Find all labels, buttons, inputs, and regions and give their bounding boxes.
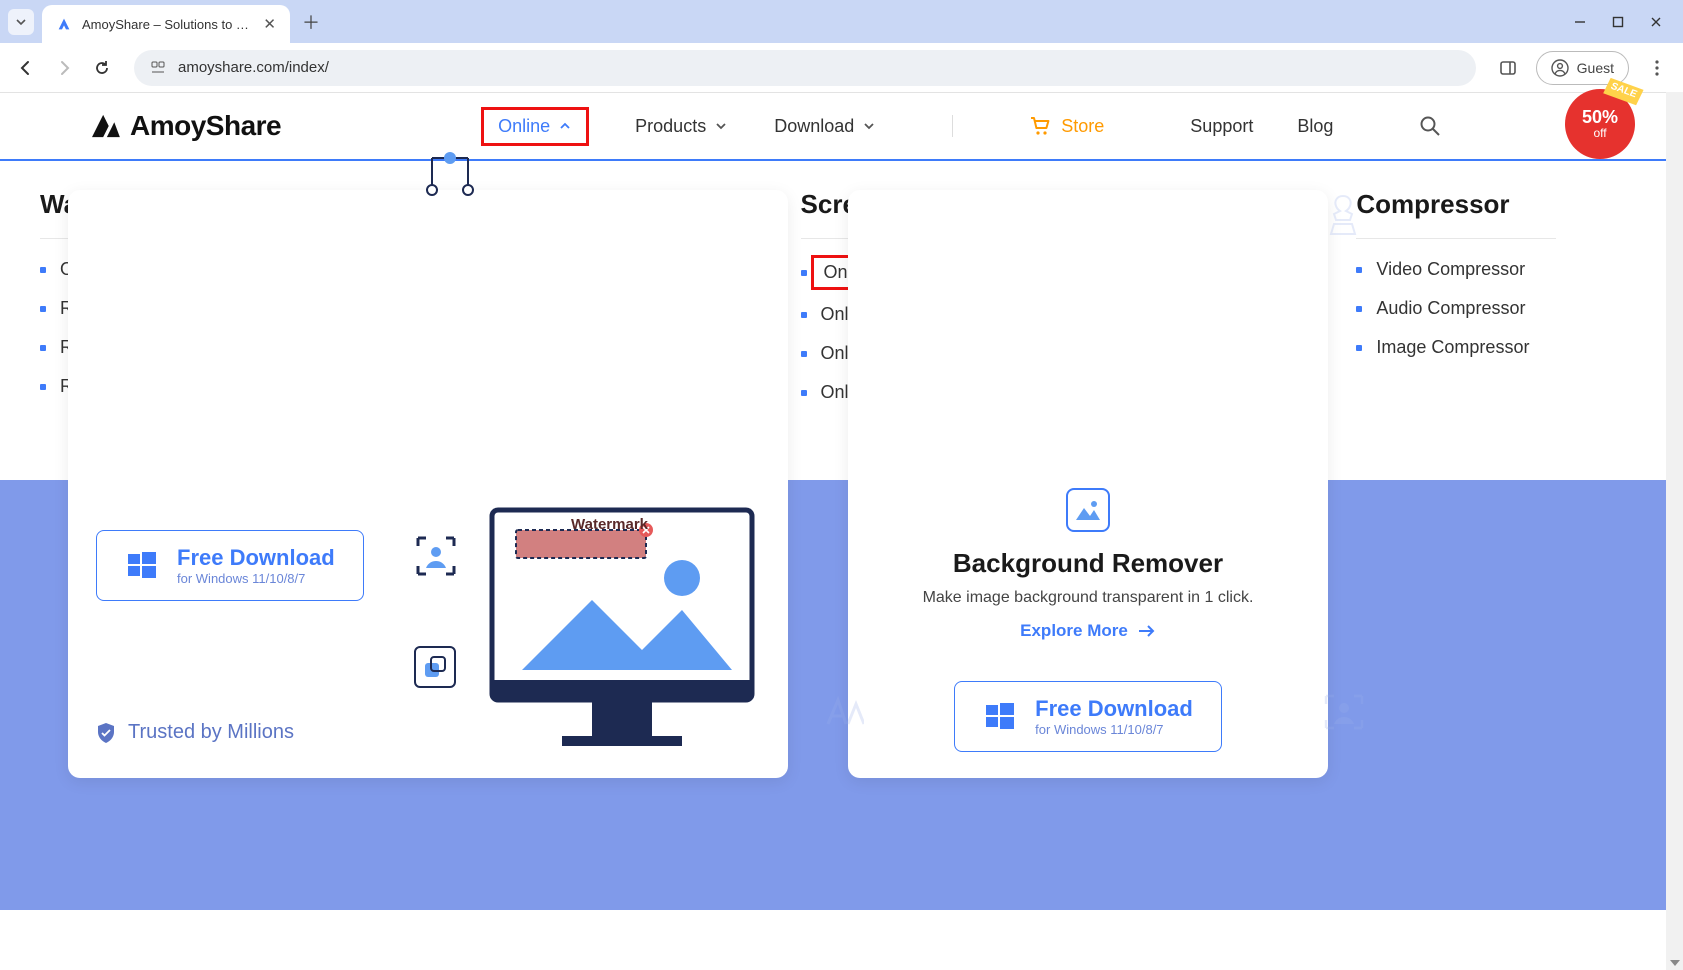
download-title: Free Download [1035, 696, 1193, 722]
bg-sub: Make image background transparent in 1 c… [876, 589, 1300, 607]
windows-icon [125, 549, 159, 583]
nav-online-label: Online [498, 116, 550, 137]
close-tab-icon[interactable]: ✕ [263, 15, 276, 33]
chess-deco-icon [1328, 194, 1358, 238]
nav-support-label: Support [1190, 116, 1253, 137]
trusted-text: Trusted by Millions [128, 721, 294, 744]
download-sub: for Windows 11/10/8/7 [177, 571, 335, 586]
browser-tab[interactable]: AmoyShare – Solutions to Edit. ✕ [42, 5, 290, 43]
person-icon [1551, 59, 1569, 77]
menu-item-label: Image Compressor [1376, 337, 1529, 358]
bg-title: Background Remover [876, 548, 1300, 579]
chevron-down-icon [714, 119, 728, 133]
cart-icon [1029, 116, 1051, 136]
site-info-icon[interactable] [148, 58, 168, 78]
person-frame-icon [414, 534, 458, 578]
bullet-icon [1356, 345, 1362, 351]
tab-search-button[interactable] [8, 9, 34, 35]
image-icon [1066, 488, 1110, 532]
sale-badge[interactable]: SALE 50% off [1565, 89, 1635, 159]
minimize-button[interactable] [1561, 3, 1599, 41]
maximize-button[interactable] [1599, 3, 1637, 41]
menu-item-label: Video Compressor [1376, 259, 1525, 280]
aa-deco-icon [824, 694, 864, 728]
search-icon[interactable] [1419, 115, 1441, 137]
nav-blog-label: Blog [1297, 116, 1333, 137]
chevron-down-icon [862, 119, 876, 133]
windows-icon [983, 700, 1017, 734]
site-header: AmoyShare Online Products Download Store… [0, 93, 1683, 161]
browser-menu-button[interactable] [1641, 52, 1673, 84]
back-button[interactable] [10, 52, 42, 84]
brand-name: AmoyShare [130, 110, 281, 142]
nav-support[interactable]: Support [1190, 116, 1253, 137]
sale-percent: 50% [1582, 108, 1618, 127]
hero-card-watermark: Free Download for Windows 11/10/8/7 Trus… [68, 190, 788, 778]
bullet-icon [1356, 306, 1362, 312]
vertical-scrollbar[interactable] [1666, 92, 1683, 970]
menu-item[interactable]: Image Compressor [1356, 337, 1556, 358]
trusted-label: Trusted by Millions [96, 721, 294, 744]
side-panel-button[interactable] [1492, 52, 1524, 84]
bullet-icon [801, 312, 807, 318]
menu-item[interactable]: Audio Compressor [1356, 298, 1556, 319]
shield-icon [96, 722, 116, 744]
col-title: Compressor [1356, 189, 1556, 239]
bullet-icon [1356, 267, 1362, 273]
nav-online[interactable]: Online [498, 116, 572, 137]
brand-logo[interactable]: AmoyShare [90, 110, 281, 142]
menu-item[interactable]: Video Compressor [1356, 259, 1556, 280]
overlap-rect-icon [414, 646, 456, 688]
amoyshare-favicon-icon [56, 16, 72, 32]
watermark-label: Watermark [571, 516, 648, 533]
free-download-button[interactable]: Free Download for Windows 11/10/8/7 [954, 681, 1222, 752]
bullet-icon [801, 390, 807, 396]
bullet-icon [40, 384, 46, 390]
mega-col-compressor: Compressor Video Compressor Audio Compre… [1356, 189, 1556, 436]
scroll-down-icon[interactable] [1670, 960, 1680, 966]
menu-item-label: Audio Compressor [1376, 298, 1525, 319]
nav-download-label: Download [774, 116, 854, 137]
browser-toolbar: amoyshare.com/index/ Guest [0, 43, 1683, 93]
bullet-icon [40, 345, 46, 351]
download-sub: for Windows 11/10/8/7 [1035, 722, 1193, 737]
bullet-icon [801, 270, 807, 276]
nav-store-label: Store [1061, 116, 1104, 137]
annotation-highlight-online: Online [481, 107, 589, 146]
arrow-right-icon [1138, 624, 1156, 638]
download-title: Free Download [177, 545, 335, 571]
tab-title: AmoyShare – Solutions to Edit. [82, 17, 253, 32]
nav-products[interactable]: Products [635, 116, 728, 137]
nav-download[interactable]: Download [774, 116, 876, 137]
bullet-icon [801, 351, 807, 357]
close-window-button[interactable] [1637, 3, 1675, 41]
explore-more-link[interactable]: Explore More [1020, 621, 1156, 641]
browser-tabstrip: AmoyShare – Solutions to Edit. ✕ ＋ [0, 0, 1683, 43]
reload-button[interactable] [86, 52, 118, 84]
main-nav: Online Products Download Store Support B… [481, 107, 1441, 146]
nav-store[interactable]: Store [1029, 116, 1104, 137]
address-bar[interactable]: amoyshare.com/index/ [134, 50, 1476, 86]
explore-label: Explore More [1020, 621, 1128, 641]
monitor-illustration-icon [482, 500, 782, 760]
hero-section: Free Download for Windows 11/10/8/7 Trus… [0, 480, 1683, 910]
forward-button[interactable] [48, 52, 80, 84]
person-swap-deco-icon [1322, 692, 1366, 732]
sale-off: off [1593, 127, 1606, 140]
amoyshare-logo-icon [90, 113, 120, 139]
bullet-icon [40, 306, 46, 312]
nav-products-label: Products [635, 116, 706, 137]
nav-divider [952, 115, 953, 137]
chevron-up-icon [558, 119, 572, 133]
new-tab-button[interactable]: ＋ [302, 9, 320, 35]
hero-card-background-remover: Background Remover Make image background… [848, 190, 1328, 778]
bullet-icon [40, 267, 46, 273]
nav-blog[interactable]: Blog [1297, 116, 1333, 137]
nodes-icon [424, 152, 480, 198]
url-text: amoyshare.com/index/ [178, 59, 329, 76]
free-download-button[interactable]: Free Download for Windows 11/10/8/7 [96, 530, 364, 601]
guest-label: Guest [1577, 60, 1614, 76]
